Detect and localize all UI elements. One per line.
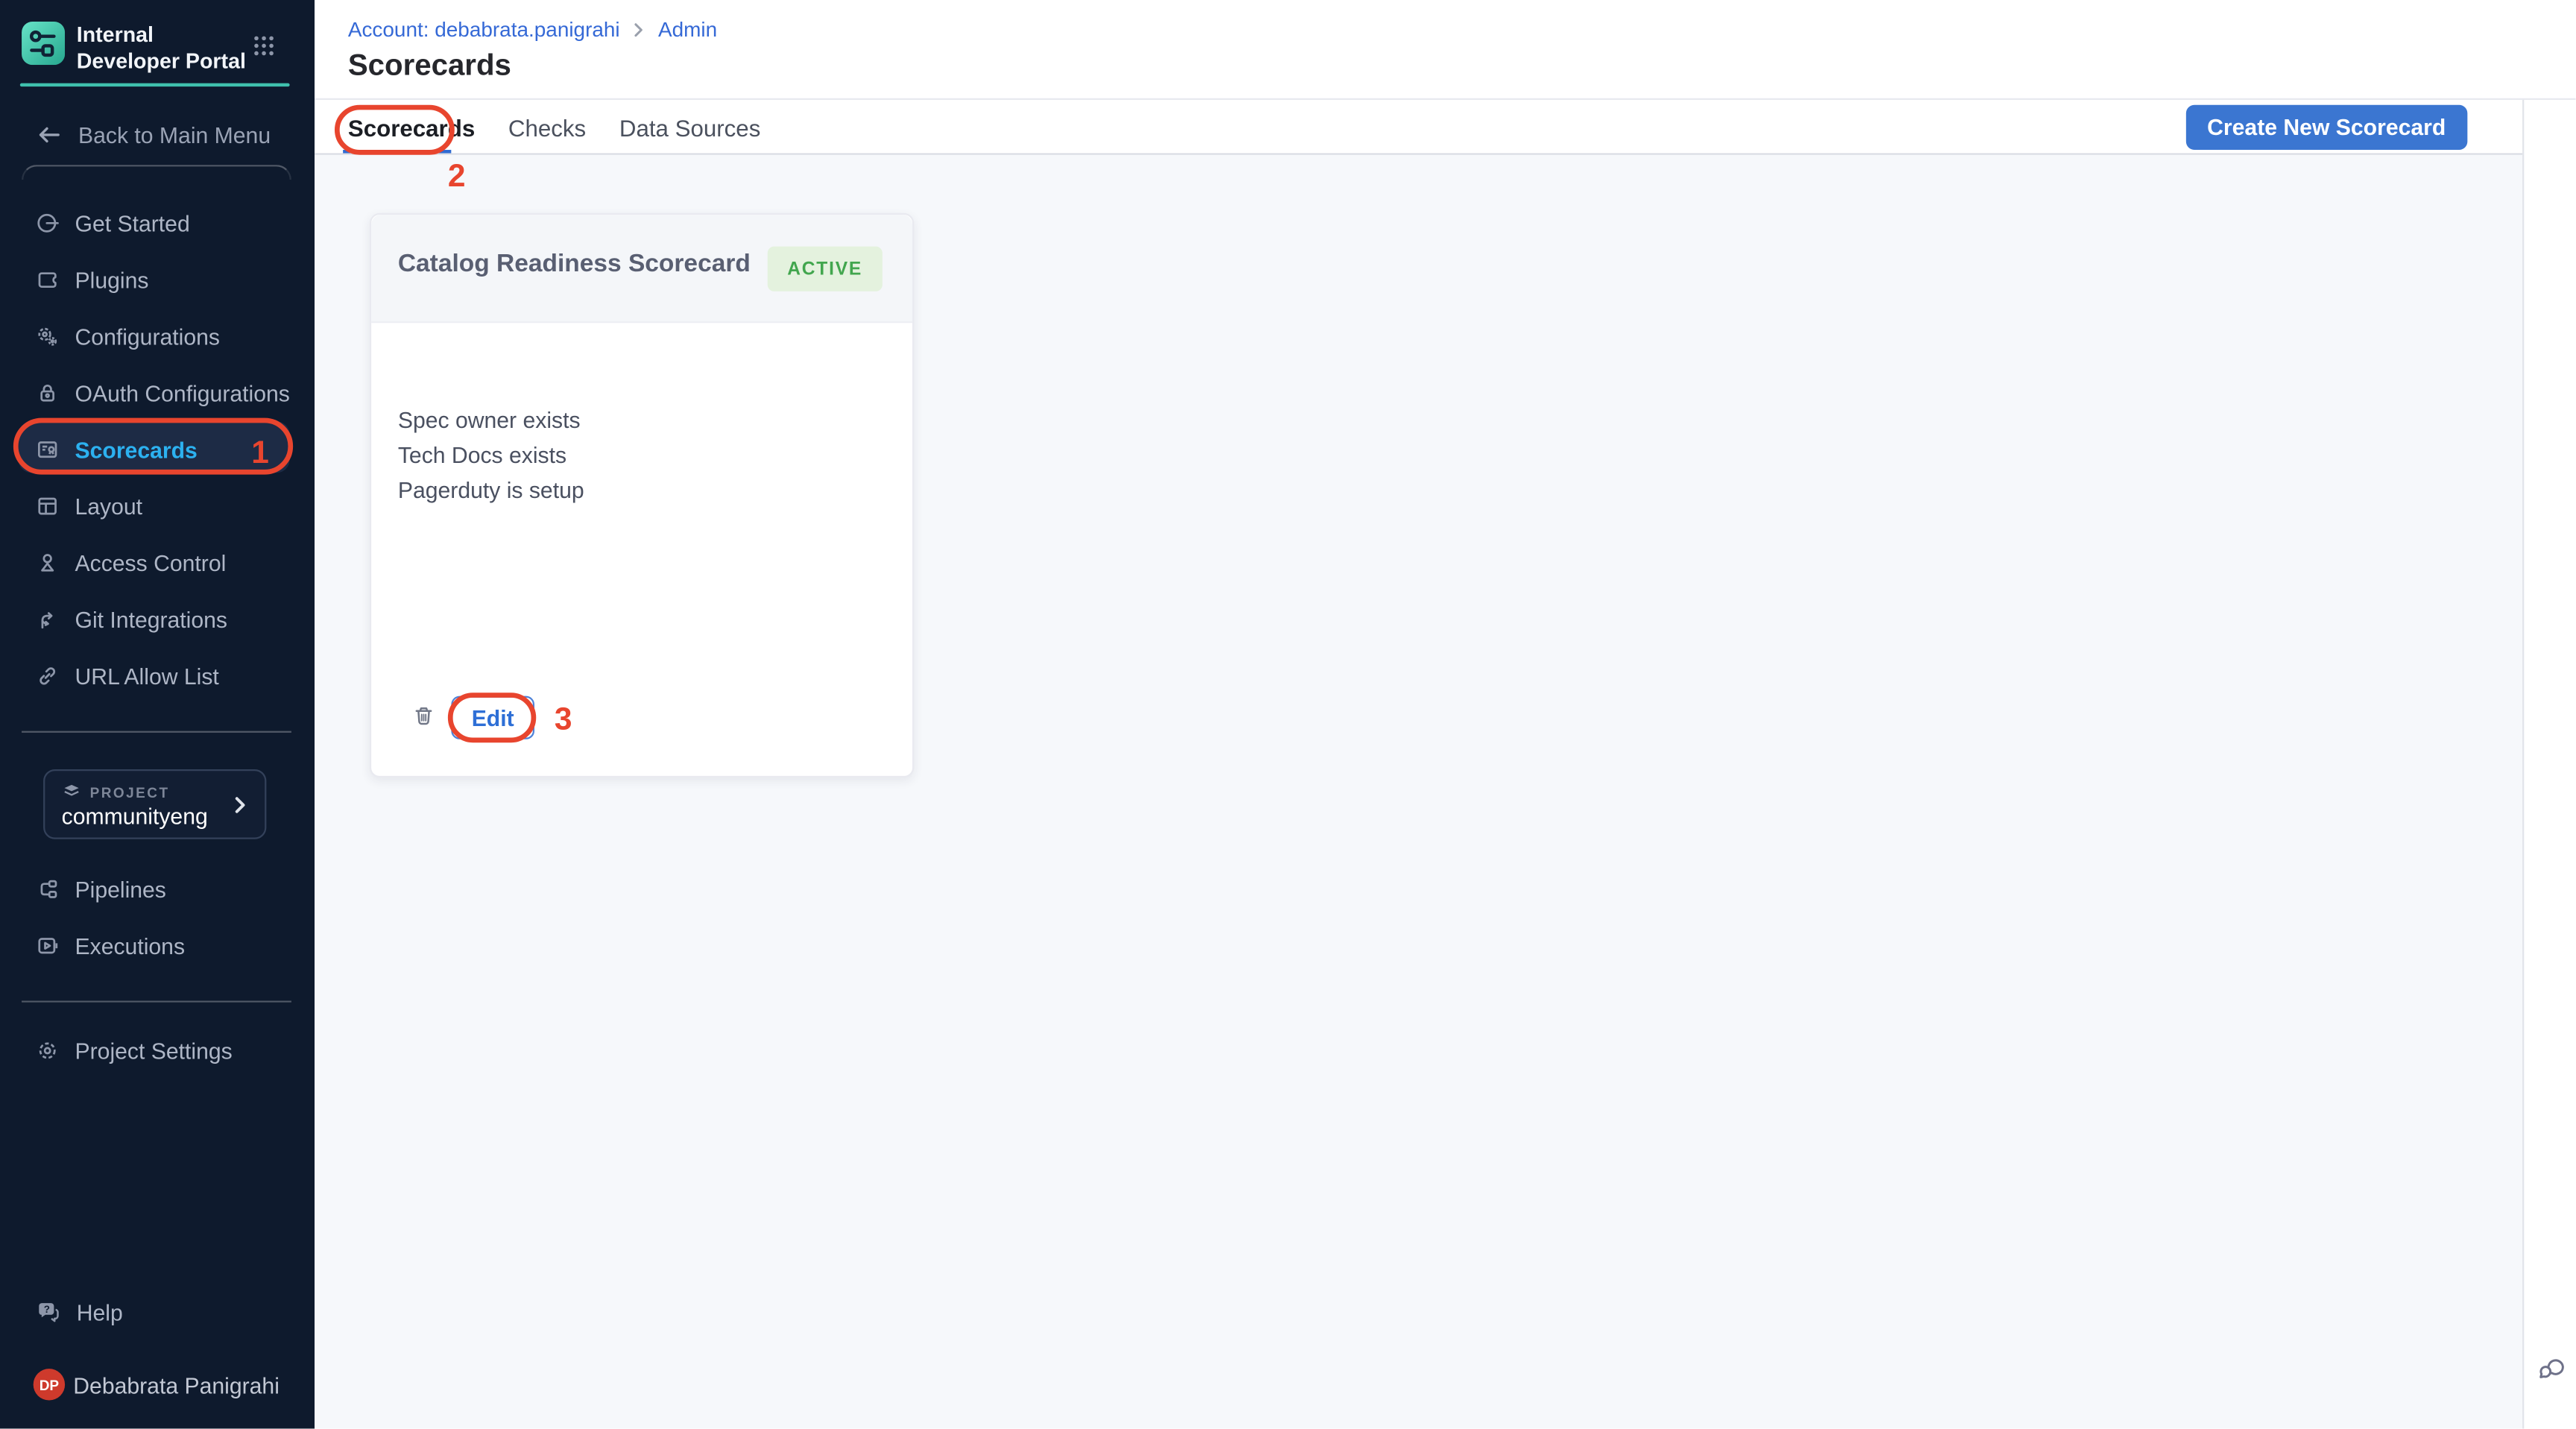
divider	[22, 165, 291, 180]
project-selector-header: PROJECT	[62, 783, 170, 803]
project-label: PROJECT	[90, 784, 170, 801]
check-item: Spec owner exists	[398, 403, 584, 438]
status-badge: ACTIVE	[767, 247, 882, 291]
layers-icon	[62, 783, 82, 803]
sidebar-item-help[interactable]: ? Help	[35, 1292, 288, 1332]
divider	[22, 731, 291, 733]
sidebar: Internal Developer Portal Back to Main M…	[0, 0, 315, 1429]
annotation-number-2: 2	[448, 160, 466, 196]
project-selector[interactable]: PROJECT communityeng	[43, 769, 266, 839]
active-tab-underline	[343, 149, 451, 154]
person-icon	[35, 549, 60, 576]
support-chat-button[interactable]	[2536, 1354, 2567, 1385]
back-label: Back to Main Menu	[78, 122, 271, 148]
check-item: Tech Docs exists	[398, 438, 584, 473]
scorecard-card: Catalog Readiness Scorecard ACTIVE Spec …	[370, 213, 914, 777]
gear-icon	[35, 1038, 60, 1064]
breadcrumb-account-link[interactable]: Account: debabrata.panigrahi	[348, 19, 620, 42]
scorecards-icon	[35, 436, 60, 463]
annotation-number-1: 1	[251, 436, 269, 473]
sidebar-item-access-control[interactable]: Access Control	[35, 543, 288, 583]
check-item: Pagerduty is setup	[398, 473, 584, 508]
annotation-number-3: 3	[555, 703, 572, 739]
content-panel: Catalog Readiness Scorecard ACTIVE Spec …	[315, 155, 2522, 1429]
sidebar-item-configurations[interactable]: Configurations	[35, 316, 288, 356]
lock-icon	[35, 379, 60, 406]
delete-scorecard-button[interactable]	[411, 703, 437, 730]
avatar[interactable]: DP	[34, 1369, 65, 1400]
sidebar-item-plugins[interactable]: Plugins	[35, 259, 288, 300]
chat-bubbles-icon	[2536, 1354, 2567, 1385]
pipelines-icon	[35, 876, 60, 903]
sidebar-item-git-integrations[interactable]: Git Integrations	[35, 599, 288, 640]
tab-checks[interactable]: Checks	[508, 114, 586, 141]
user-menu[interactable]: Debabrata Panigrahi	[73, 1374, 280, 1399]
main-area: Account: debabrata.panigrahi Admin Score…	[315, 0, 2575, 1429]
scorecard-title: Catalog Readiness Scorecard	[398, 250, 751, 278]
executions-icon	[35, 933, 60, 959]
link-icon	[35, 663, 60, 690]
breadcrumb: Account: debabrata.panigrahi Admin	[348, 19, 717, 42]
help-chat-icon: ?	[35, 1299, 62, 1325]
sidebar-item-scorecards[interactable]: Scorecards	[35, 429, 288, 470]
back-to-main-menu[interactable]: Back to Main Menu	[35, 115, 271, 155]
app-grid-icon[interactable]	[253, 35, 275, 57]
sidebar-item-layout[interactable]: Layout	[35, 486, 288, 526]
tab-scorecards[interactable]: Scorecards	[348, 114, 475, 141]
sidebar-header: Internal Developer Portal	[0, 0, 315, 83]
scorecard-checks-list: Spec owner exists Tech Docs exists Pager…	[398, 403, 584, 508]
sidebar-item-get-started[interactable]: Get Started	[35, 204, 288, 244]
create-new-scorecard-button[interactable]: Create New Scorecard	[2185, 105, 2467, 150]
page-header: Account: debabrata.panigrahi Admin Score…	[315, 0, 2575, 100]
chevron-right-icon	[228, 792, 251, 818]
sidebar-item-executions[interactable]: Executions	[35, 926, 288, 966]
project-value: communityeng	[62, 804, 208, 830]
page-title: Scorecards	[348, 48, 511, 83]
divider	[22, 1000, 291, 1002]
scorecard-card-header: Catalog Readiness Scorecard ACTIVE	[371, 215, 912, 323]
svg-text:?: ?	[44, 1304, 50, 1315]
idp-logo-icon	[22, 22, 65, 65]
sidebar-item-url-allow-list[interactable]: URL Allow List	[35, 656, 288, 696]
breadcrumb-admin-link[interactable]: Admin	[658, 19, 717, 42]
layout-icon	[35, 493, 60, 520]
sidebar-item-pipelines[interactable]: Pipelines	[35, 869, 288, 909]
plugins-icon	[35, 266, 60, 293]
sidebar-item-project-settings[interactable]: Project Settings	[35, 1031, 288, 1071]
back-arrow-icon	[35, 122, 63, 148]
breadcrumb-chevron-icon	[631, 22, 646, 38]
tab-data-sources[interactable]: Data Sources	[619, 114, 760, 141]
get-started-icon	[35, 209, 60, 236]
trash-icon	[411, 703, 437, 730]
app-title: Internal Developer Portal	[77, 22, 256, 73]
divider	[20, 83, 290, 86]
git-branch-icon	[35, 606, 60, 633]
tabs: Scorecards Checks Data Sources	[348, 100, 761, 155]
sidebar-item-oauth-configurations[interactable]: OAuth Configurations	[35, 373, 288, 413]
tab-bar: Scorecards Checks Data Sources 2 Create …	[315, 100, 2522, 155]
configurations-icon	[35, 323, 60, 350]
edit-scorecard-button[interactable]: Edit	[451, 696, 534, 739]
app-window: Internal Developer Portal Back to Main M…	[0, 0, 2576, 1429]
right-gutter	[2522, 100, 2575, 1428]
